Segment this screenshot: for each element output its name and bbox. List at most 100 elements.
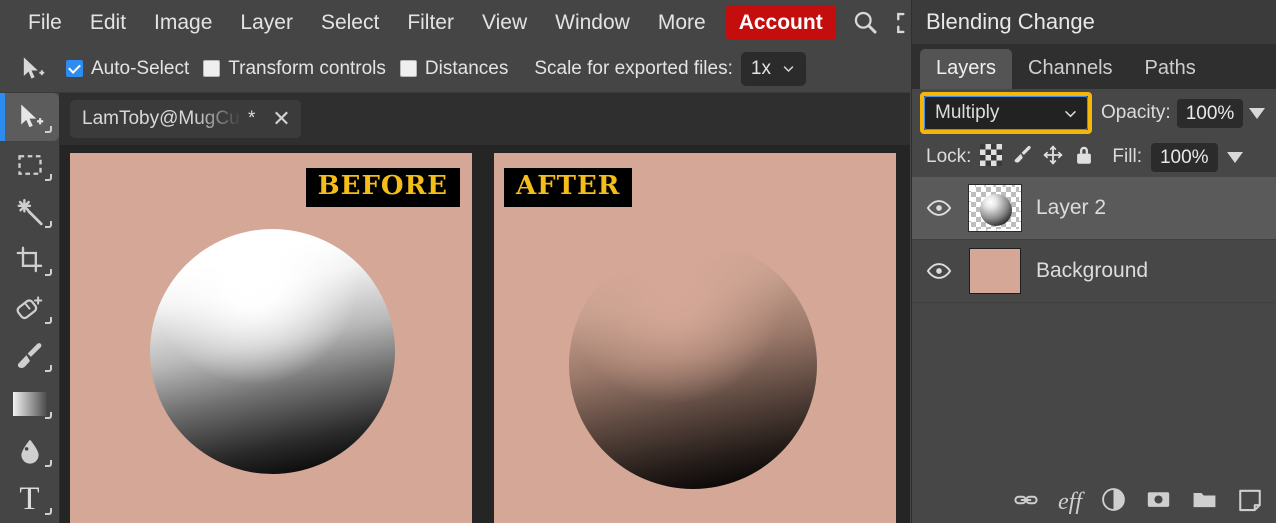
gradient-tool[interactable] bbox=[0, 380, 59, 428]
crop-tool[interactable] bbox=[0, 236, 59, 284]
lock-pixels-icon[interactable] bbox=[1011, 144, 1033, 171]
tool-more-corner bbox=[45, 508, 52, 516]
chevron-down-icon bbox=[783, 66, 794, 73]
text-t-icon: T bbox=[19, 480, 40, 517]
text-tool[interactable]: T bbox=[0, 475, 59, 523]
magic-wand-icon bbox=[17, 199, 43, 226]
search-icon[interactable] bbox=[852, 9, 879, 36]
new-layer-icon[interactable] bbox=[1237, 487, 1263, 518]
blend-mode-dropdown[interactable]: Multiply bbox=[924, 96, 1088, 130]
opacity-group: Opacity: 100% bbox=[1101, 98, 1266, 128]
layers-panel-toolbar: eff bbox=[912, 481, 1276, 523]
auto-select-check-box[interactable] bbox=[66, 60, 83, 77]
panel-title: Blending Change bbox=[912, 0, 1276, 44]
tool-more-corner bbox=[45, 125, 52, 133]
blend-mode-highlight: Multiply bbox=[920, 92, 1092, 134]
after-multiplied-sphere bbox=[569, 241, 817, 489]
water-drop-icon bbox=[20, 439, 39, 464]
menu-bar: File Edit Image Layer Select Filter View… bbox=[0, 0, 919, 45]
menu-filter[interactable]: Filter bbox=[393, 8, 468, 37]
tool-more-corner bbox=[45, 364, 52, 372]
layer-name-layer-2: Layer 2 bbox=[1036, 196, 1107, 219]
scale-for-export-label: Scale for exported files: bbox=[534, 57, 733, 79]
layers-panel: Blending Change Layers Channels Paths Mu… bbox=[911, 0, 1276, 523]
after-canvas[interactable]: AFTER bbox=[494, 153, 896, 523]
menu-file[interactable]: File bbox=[14, 8, 76, 37]
close-icon[interactable]: ✕ bbox=[271, 108, 291, 130]
menu-more[interactable]: More bbox=[644, 8, 720, 37]
transform-controls-label: Transform controls bbox=[228, 57, 386, 79]
link-icon[interactable] bbox=[1013, 487, 1039, 518]
lock-all-icon[interactable] bbox=[1073, 144, 1095, 171]
document-tab-strip: LamToby@MugCute * ✕ bbox=[60, 93, 910, 145]
transform-controls-check-box[interactable] bbox=[203, 60, 221, 77]
move-tool-icon bbox=[12, 55, 52, 83]
before-gradient-sphere bbox=[150, 229, 395, 474]
before-badge: BEFORE bbox=[305, 168, 460, 207]
menu-view[interactable]: View bbox=[468, 8, 541, 37]
half-circle-icon[interactable] bbox=[1101, 487, 1126, 517]
fill-label: Fill: bbox=[1112, 146, 1142, 167]
document-tab-name: LamToby@MugCute bbox=[82, 108, 242, 129]
layer-thumbnail-layer-2[interactable] bbox=[968, 184, 1022, 232]
tools-palette: T bbox=[0, 93, 60, 523]
fx-icon[interactable]: eff bbox=[1058, 490, 1082, 514]
menu-select[interactable]: Select bbox=[307, 8, 393, 37]
eye-icon[interactable] bbox=[924, 258, 954, 284]
distances-check-box[interactable] bbox=[399, 60, 417, 77]
account-button[interactable]: Account bbox=[725, 5, 836, 40]
move-tool[interactable] bbox=[0, 93, 59, 141]
document-tab[interactable]: LamToby@MugCute * ✕ bbox=[70, 100, 302, 138]
opacity-slider-toggle-icon[interactable] bbox=[1249, 107, 1266, 119]
lock-position-icon[interactable] bbox=[1042, 144, 1064, 171]
distances-checkbox[interactable]: Distances bbox=[399, 58, 508, 80]
menu-window[interactable]: Window bbox=[541, 8, 644, 37]
scale-value: 1x bbox=[750, 57, 771, 79]
rectangular-marquee-icon bbox=[17, 154, 42, 175]
tool-options-bar: Auto-Select Transform controls Distances… bbox=[0, 45, 910, 93]
tool-more-corner bbox=[45, 221, 52, 229]
blend-mode-row: Multiply Opacity: 100% bbox=[912, 89, 1276, 137]
fill-input[interactable]: 100% bbox=[1150, 142, 1218, 172]
document-unsaved-marker: * bbox=[248, 108, 256, 129]
auto-select-label: Auto-Select bbox=[91, 57, 190, 79]
menu-image[interactable]: Image bbox=[140, 8, 226, 37]
scale-dropdown[interactable]: 1x bbox=[740, 51, 806, 86]
menu-layer[interactable]: Layer bbox=[226, 8, 307, 37]
layer-thumbnail-background[interactable] bbox=[968, 247, 1022, 295]
lock-transparency-icon[interactable] bbox=[980, 143, 1003, 171]
layer-row-background[interactable]: Background bbox=[912, 240, 1276, 303]
tool-more-corner bbox=[45, 412, 52, 420]
tool-more-corner bbox=[45, 316, 52, 324]
lock-row: Lock: Fill: 100% bbox=[912, 137, 1276, 177]
before-canvas[interactable]: BEFORE bbox=[70, 153, 472, 523]
tab-layers[interactable]: Layers bbox=[920, 49, 1013, 89]
canvas-area: BEFORE AFTER bbox=[60, 145, 910, 523]
transform-controls-checkbox[interactable]: Transform controls bbox=[203, 58, 386, 80]
photo-editor-window: File Edit Image Layer Select Filter View… bbox=[0, 0, 1276, 523]
after-badge: AFTER bbox=[504, 168, 633, 207]
mask-icon[interactable] bbox=[1145, 486, 1172, 518]
crop-icon bbox=[16, 246, 42, 273]
tool-more-corner bbox=[45, 269, 52, 277]
eye-icon[interactable] bbox=[924, 195, 954, 221]
blur-tool[interactable] bbox=[0, 427, 59, 475]
marquee-tool[interactable] bbox=[0, 141, 59, 189]
panel-tab-bar: Layers Channels Paths bbox=[912, 44, 1276, 89]
layer-row-layer-2[interactable]: Layer 2 bbox=[912, 177, 1276, 240]
tab-channels[interactable]: Channels bbox=[1012, 49, 1129, 89]
tab-paths[interactable]: Paths bbox=[1129, 49, 1212, 89]
fill-slider-toggle-icon[interactable] bbox=[1226, 151, 1243, 163]
patch-heal-icon bbox=[16, 296, 42, 320]
auto-select-checkbox[interactable]: Auto-Select bbox=[66, 58, 189, 80]
brush-tool[interactable] bbox=[0, 332, 59, 380]
opacity-label: Opacity: bbox=[1101, 102, 1171, 123]
menu-edit[interactable]: Edit bbox=[76, 8, 140, 37]
opacity-input[interactable]: 100% bbox=[1176, 98, 1244, 128]
patch-tool[interactable] bbox=[0, 284, 59, 332]
magic-wand-tool[interactable] bbox=[0, 189, 59, 237]
layer-list: Layer 2 Background bbox=[912, 177, 1276, 303]
folder-icon[interactable] bbox=[1191, 486, 1218, 518]
tool-more-corner bbox=[45, 173, 52, 181]
paintbrush-icon bbox=[17, 342, 41, 368]
